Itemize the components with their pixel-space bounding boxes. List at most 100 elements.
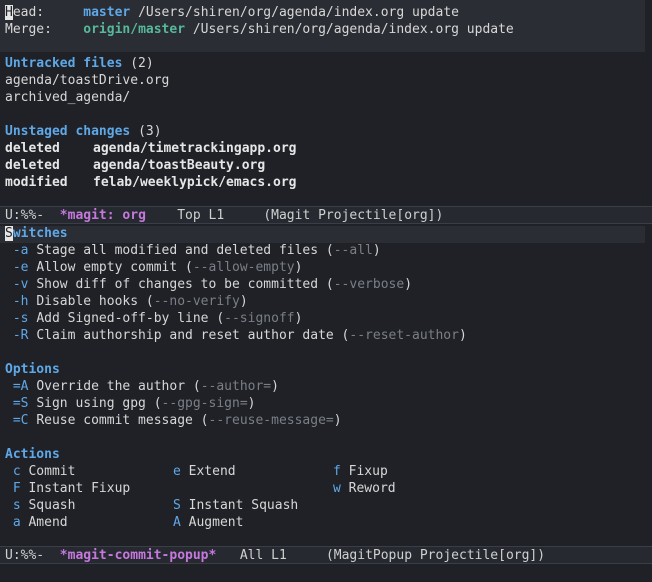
modeline-mode: (Magit Projectile[org]) [263, 208, 444, 223]
option-key: =S [12, 396, 29, 411]
modeline-position: Top L1 [177, 208, 225, 223]
action-key: F [12, 481, 21, 496]
option-flag: --author= [200, 379, 272, 394]
head-branch[interactable]: master [83, 5, 130, 20]
option-item[interactable]: =S Sign using gpg (--gpg-sign=) [5, 395, 256, 412]
option-key: =A [12, 379, 29, 394]
options-heading: Options [5, 361, 60, 378]
switches-title-rest: witches [12, 226, 68, 241]
option-key: =C [12, 413, 29, 428]
merge-branch[interactable]: origin/master [83, 22, 185, 37]
action-item[interactable]: A Augment [173, 514, 333, 531]
option-item[interactable]: =A Override the author (--author=) [5, 378, 279, 395]
action-key: w [333, 481, 341, 496]
actions-row: F Instant Fixup w Reword [5, 480, 396, 497]
switch-key: -e [12, 260, 29, 275]
action-label: Augment [188, 515, 244, 530]
untracked-heading[interactable]: Untracked files (2) [5, 55, 154, 72]
modeline-state: U:%%- [5, 208, 45, 223]
switch-key: -a [12, 243, 29, 258]
untracked-file[interactable]: agenda/toastDrive.org [5, 72, 169, 89]
switch-flag: --reset-author [349, 328, 459, 343]
cursor: S [5, 226, 13, 241]
action-item[interactable]: c Commit [5, 463, 173, 480]
action-item[interactable]: w Reword [333, 480, 396, 497]
switch-flag: --all [333, 243, 373, 258]
switch-desc: Disable hooks [36, 294, 139, 309]
modeline-magit-status: U:%%- *magit: org Top L1 (Magit Projecti… [0, 206, 652, 224]
action-key: f [333, 464, 341, 479]
cursor: H [5, 5, 13, 20]
action-key: s [12, 498, 21, 513]
head-label-rest: ead: [12, 5, 45, 20]
unstaged-title: Unstaged changes [5, 124, 131, 139]
switch-key: -h [12, 294, 29, 309]
action-item[interactable]: S Instant Squash [173, 497, 333, 514]
unstaged-heading[interactable]: Unstaged changes (3) [5, 123, 162, 140]
change-file: felab/weeklypick/emacs.org [93, 175, 297, 190]
change-file: agenda/timetrackingapp.org [93, 141, 297, 156]
unstaged-count: (3) [138, 124, 162, 139]
switch-desc: Stage all modified and deleted files [36, 243, 319, 258]
modeline-buffer: *magit: org [59, 208, 146, 223]
head-line[interactable]: Head: master /Users/shiren/org/agenda/in… [5, 4, 459, 21]
untracked-count: (2) [130, 56, 154, 71]
actions-row: a Amend A Augment [5, 514, 333, 531]
unstaged-item[interactable]: deleted agenda/timetrackingapp.org [5, 140, 297, 157]
switch-item[interactable]: -e Allow empty commit (--allow-empty) [5, 259, 303, 276]
option-desc: Sign using gpg [36, 396, 146, 411]
unstaged-item[interactable]: deleted agenda/toastBeauty.org [5, 157, 265, 174]
switches-highlight-bar [0, 226, 645, 243]
switches-heading: Switches [5, 225, 68, 242]
action-key: S [173, 498, 181, 513]
action-label: Commit [28, 464, 76, 479]
actions-row: s Squash S Instant Squash [5, 497, 333, 514]
switch-item[interactable]: -s Add Signed-off-by line (--signoff) [5, 310, 303, 327]
unstaged-item[interactable]: modified felab/weeklypick/emacs.org [5, 174, 297, 191]
merge-label: Merge: [5, 22, 52, 37]
modeline-position: All L1 [239, 548, 287, 563]
action-item[interactable]: a Amend [5, 514, 173, 531]
switch-item[interactable]: -R Claim authorship and reset author dat… [5, 327, 467, 344]
actions-row: c Commit e Extend f Fixup [5, 463, 388, 480]
action-key: a [12, 515, 21, 530]
action-label: Amend [28, 515, 68, 530]
action-label: Squash [28, 498, 76, 513]
action-item[interactable]: F Instant Fixup [5, 480, 173, 497]
change-status: deleted [5, 141, 60, 156]
change-status: deleted [5, 158, 60, 173]
modeline-state: U:%%- [5, 548, 45, 563]
option-item[interactable]: =C Reuse commit message (--reuse-message… [5, 412, 342, 429]
action-item[interactable]: e Extend [173, 463, 333, 480]
switch-flag: --allow-empty [192, 260, 295, 275]
actions-title: Actions [5, 447, 60, 462]
modeline-buffer: *magit-commit-popup* [59, 548, 217, 563]
switch-item[interactable]: -a Stage all modified and deleted files … [5, 242, 381, 259]
modeline-mode: (MagitPopup Projectile[org]) [325, 548, 546, 563]
switch-item[interactable]: -v Show diff of changes to be committed … [5, 276, 412, 293]
switch-item[interactable]: -h Disable hooks (--no-verify) [5, 293, 248, 310]
action-key: e [173, 464, 181, 479]
option-flag: --gpg-sign= [161, 396, 248, 411]
option-desc: Override the author [36, 379, 186, 394]
change-file: agenda/toastBeauty.org [93, 158, 266, 173]
switch-desc: Claim authorship and reset author date [36, 328, 334, 343]
action-key: A [173, 515, 181, 530]
merge-path: /Users/shiren/org/agenda/index.org updat… [192, 22, 514, 37]
action-label: Fixup [348, 464, 388, 479]
switch-desc: Add Signed-off-by line [36, 311, 209, 326]
untracked-file[interactable]: archived_agenda/ [5, 89, 130, 106]
merge-line[interactable]: Merge: origin/master /Users/shiren/org/a… [5, 21, 514, 38]
action-label: Instant Squash [188, 498, 299, 513]
action-label: Reword [348, 481, 396, 496]
switch-key: -R [12, 328, 29, 343]
head-path: /Users/shiren/org/agenda/index.org updat… [138, 5, 459, 20]
switch-flag: --verbose [333, 277, 405, 292]
switch-key: -v [12, 277, 29, 292]
action-item[interactable]: s Squash [5, 497, 173, 514]
switch-flag: --no-verify [153, 294, 240, 309]
switch-flag: --signoff [224, 311, 295, 326]
action-item[interactable]: f Fixup [333, 463, 388, 480]
switch-desc: Allow empty commit [36, 260, 178, 275]
change-status: modified [5, 175, 68, 190]
